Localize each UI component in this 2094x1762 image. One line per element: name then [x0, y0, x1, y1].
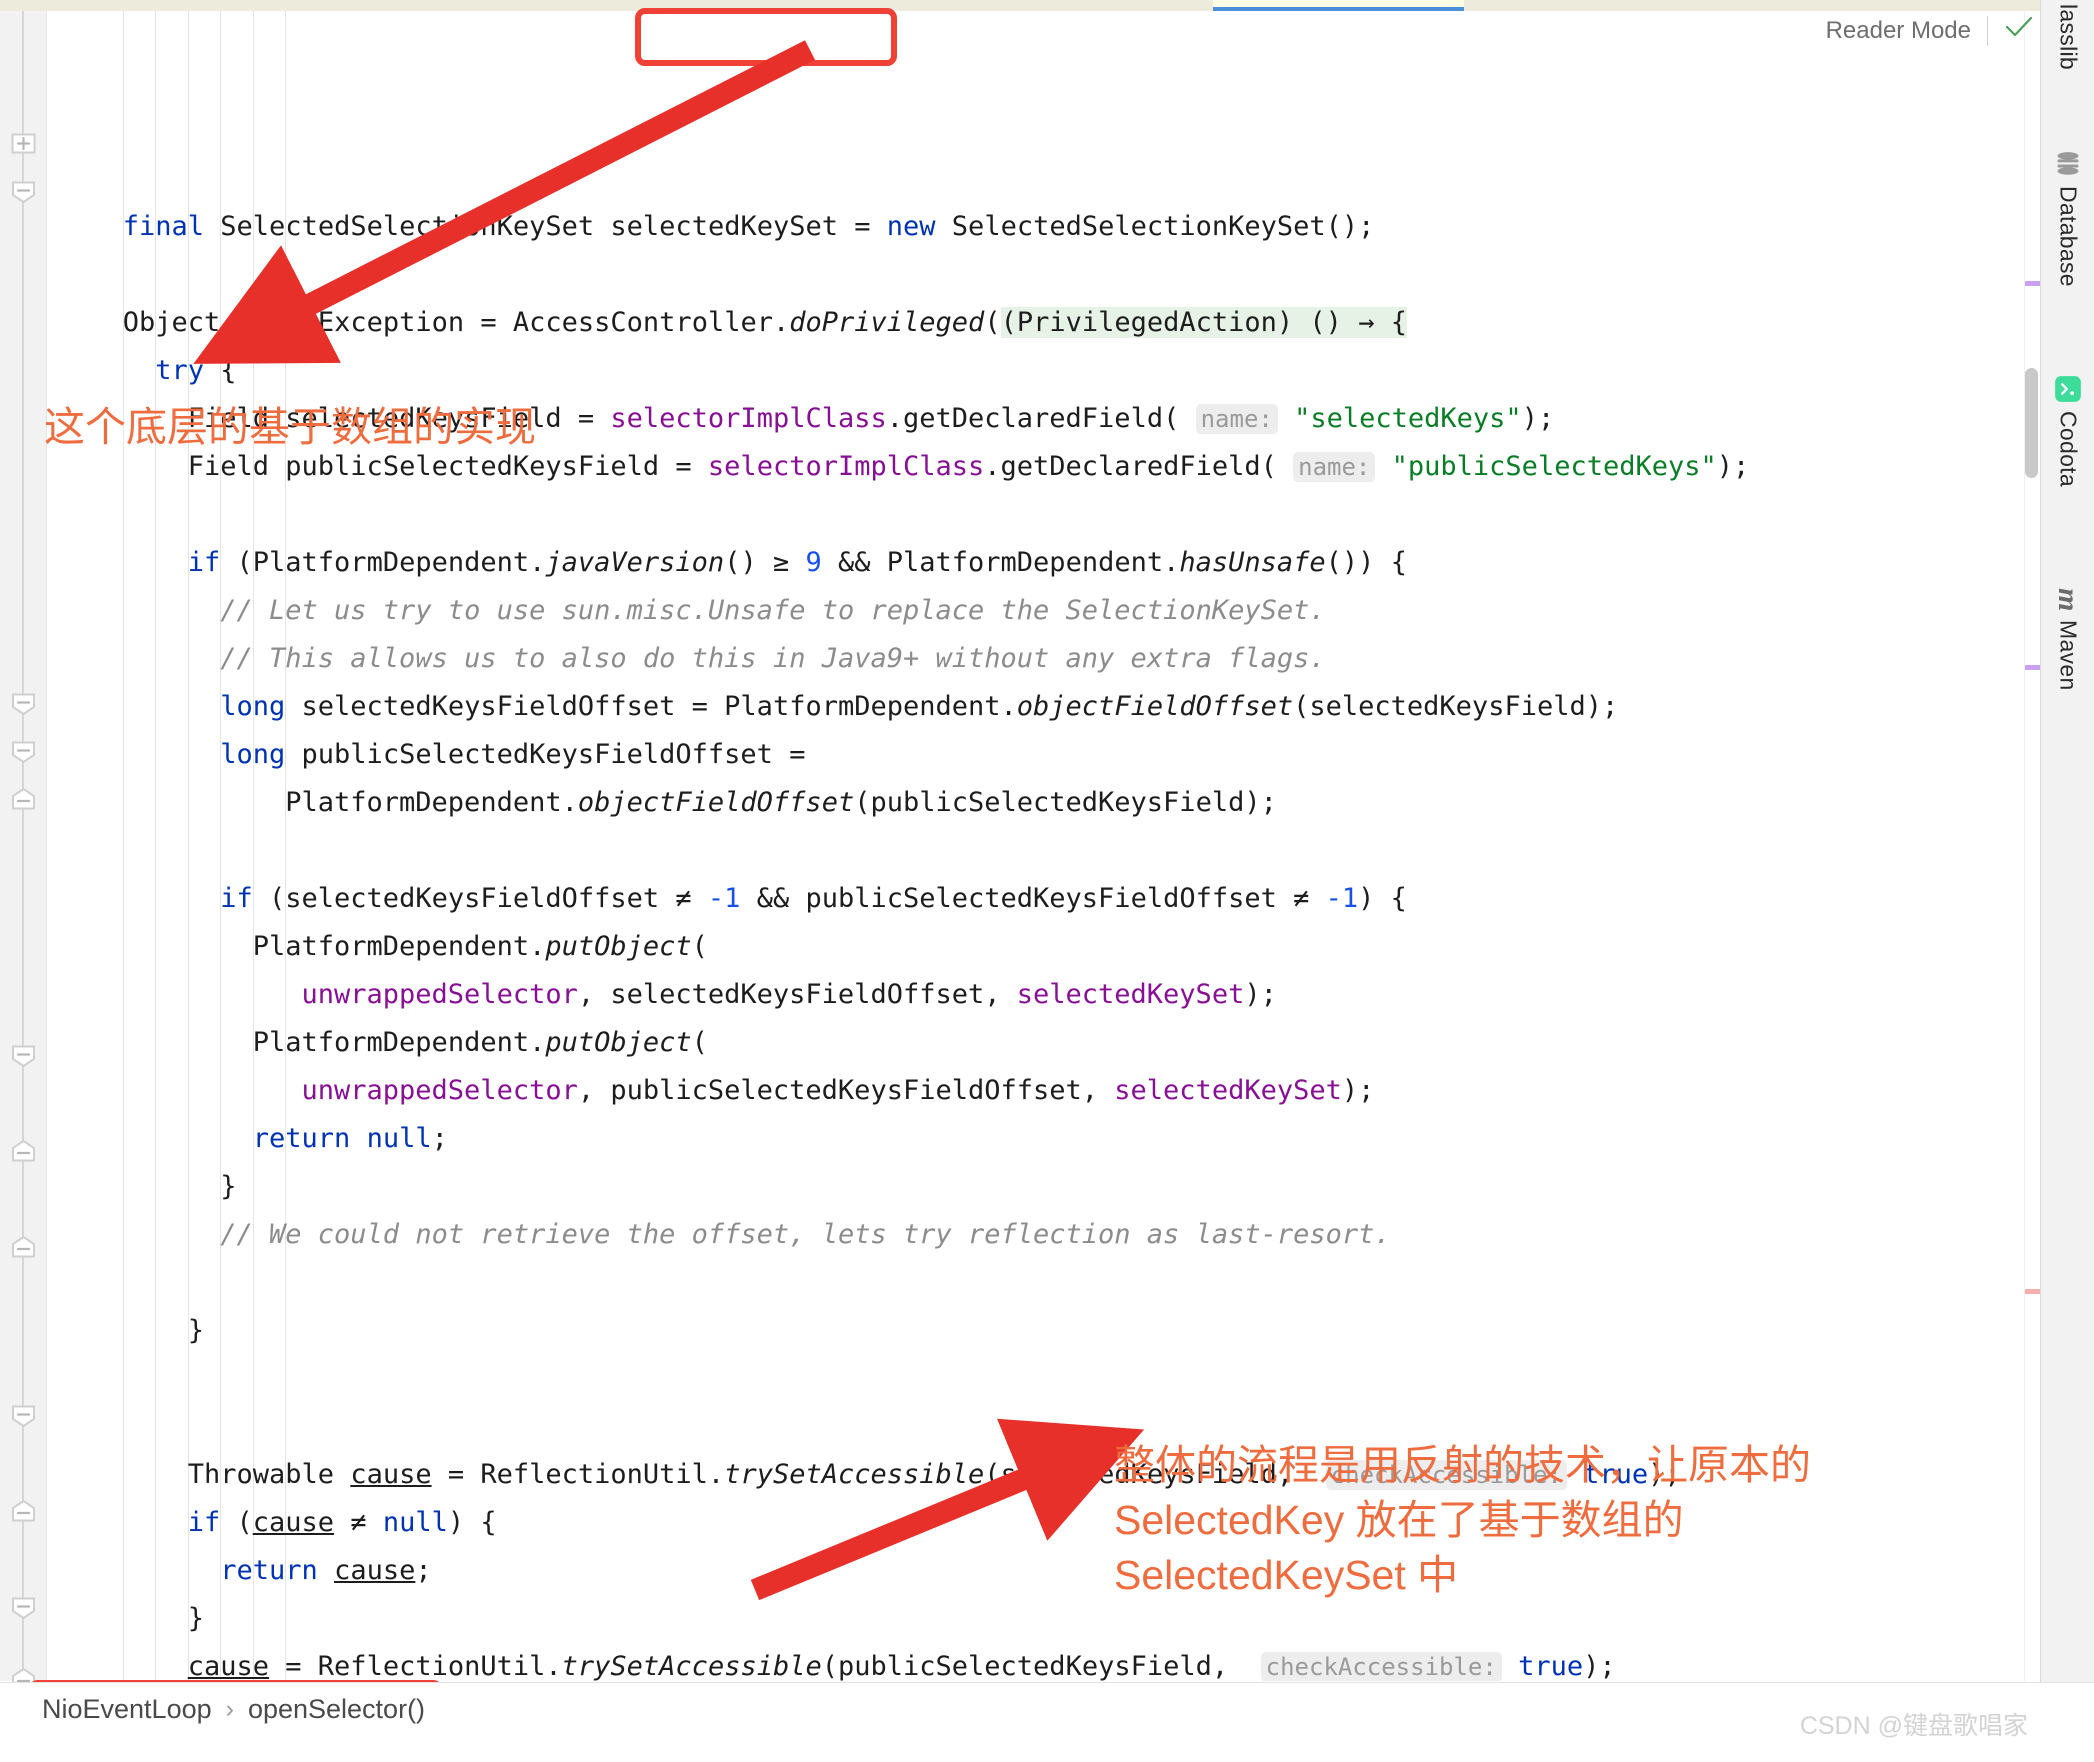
code-line: PlatformDependent.putObject( — [252, 1027, 708, 1058]
annotation-right-note: 整体的流程是用反射的技术，让原本的 SelectedKey 放在了基于数组的 S… — [1114, 1442, 1811, 1598]
editor-tab-active[interactable] — [1213, 0, 1464, 11]
tool-button-maven-label: Maven — [2055, 619, 2082, 691]
tool-button-database[interactable]: Database — [2041, 150, 2094, 360]
code-line: long selectedKeysFieldOffset = PlatformD… — [220, 691, 1619, 722]
breadcrumb[interactable]: NioEventLoop › openSelector() — [42, 1694, 425, 1725]
annotation-left-note: 这个底层的基于数组的实现 — [44, 404, 536, 450]
fold-collapse-icon[interactable] — [11, 1499, 36, 1524]
code-line: unwrappedSelector, publicSelectedKeysFie… — [301, 1075, 1375, 1106]
editor-tab-strip — [0, 0, 2040, 11]
arrow-to-left-note — [193, 40, 815, 364]
code-line: } — [220, 1171, 237, 1202]
code-line: if (PlatformDependent.javaVersion() ≥ 9 … — [187, 547, 1407, 578]
scrollbar-marker-track[interactable] — [2024, 11, 2041, 1681]
fold-expand-icon[interactable] — [11, 131, 36, 156]
code-line: unwrappedSelector, selectedKeysFieldOffs… — [301, 979, 1277, 1010]
fold-collapse-icon[interactable] — [11, 1043, 36, 1068]
toolbar-divider — [1987, 15, 1988, 46]
database-icon — [2054, 150, 2082, 178]
fold-collapse-icon[interactable] — [11, 1403, 36, 1428]
maven-icon: m — [2052, 588, 2085, 612]
scrollbar-marker[interactable] — [2025, 665, 2041, 670]
code-line: // Let us try to use sun.misc.Unsafe to … — [220, 595, 1326, 626]
code-line: // We could not retrieve the offset, let… — [220, 1219, 1391, 1250]
scrollbar-marker[interactable] — [2025, 1289, 2041, 1294]
breadcrumb-class[interactable]: NioEventLoop — [42, 1694, 212, 1725]
code-line: PlatformDependent.putObject( — [252, 931, 708, 962]
tool-button-codota-label: Codota — [2055, 411, 2082, 487]
code-line: // This allows us to also do this in Jav… — [220, 643, 1326, 674]
gutter-indent-line — [22, 11, 24, 1681]
tool-button-lasslib[interactable]: lasslib — [2041, 4, 2094, 124]
breadcrumb-method[interactable]: openSelector() — [248, 1694, 425, 1725]
fold-collapse-icon[interactable] — [11, 1595, 36, 1620]
check-icon[interactable] — [2004, 14, 2034, 47]
code-line: return null; — [252, 1123, 448, 1154]
scrollbar-thumb[interactable] — [2025, 368, 2038, 478]
fold-collapse-icon[interactable] — [11, 691, 36, 716]
tool-button-database-label: Database — [2055, 186, 2082, 287]
fold-collapse-icon[interactable] — [11, 1139, 36, 1164]
scrollbar-marker[interactable] — [2025, 281, 2041, 286]
code-line: PlatformDependent.objectFieldOffset(publ… — [285, 787, 1277, 818]
tool-button-maven[interactable]: m Maven — [2041, 588, 2094, 778]
code-line: if (selectedKeysFieldOffset ≠ -1 && publ… — [220, 883, 1407, 914]
code-line: cause = ReflectionUtil.trySetAccessible(… — [187, 1651, 1616, 1681]
tool-button-lasslib-label: lasslib — [2055, 4, 2082, 71]
reader-mode-indicator[interactable]: Reader Mode — [1826, 14, 2034, 47]
code-line: long publicSelectedKeysFieldOffset = — [220, 739, 806, 770]
tool-button-codota[interactable]: Codota — [2041, 375, 2094, 575]
fold-collapse-icon[interactable] — [11, 1235, 36, 1260]
codota-icon — [2054, 375, 2082, 403]
arrow-to-right-note — [750, 1418, 1145, 1601]
editor-gutter[interactable] — [0, 11, 47, 1690]
code-line: } — [187, 1315, 205, 1346]
right-tool-window-bar[interactable]: lasslib Database Codota m Maven — [2040, 0, 2094, 1762]
watermark: CSDN @键盘歌唱家 — [1799, 1712, 2028, 1740]
reader-mode-label: Reader Mode — [1825, 16, 1971, 44]
chevron-right-icon: › — [225, 1695, 234, 1723]
fold-collapse-icon[interactable] — [11, 739, 36, 764]
fold-collapse-icon[interactable] — [11, 787, 36, 812]
fold-collapse-icon[interactable] — [11, 179, 36, 204]
